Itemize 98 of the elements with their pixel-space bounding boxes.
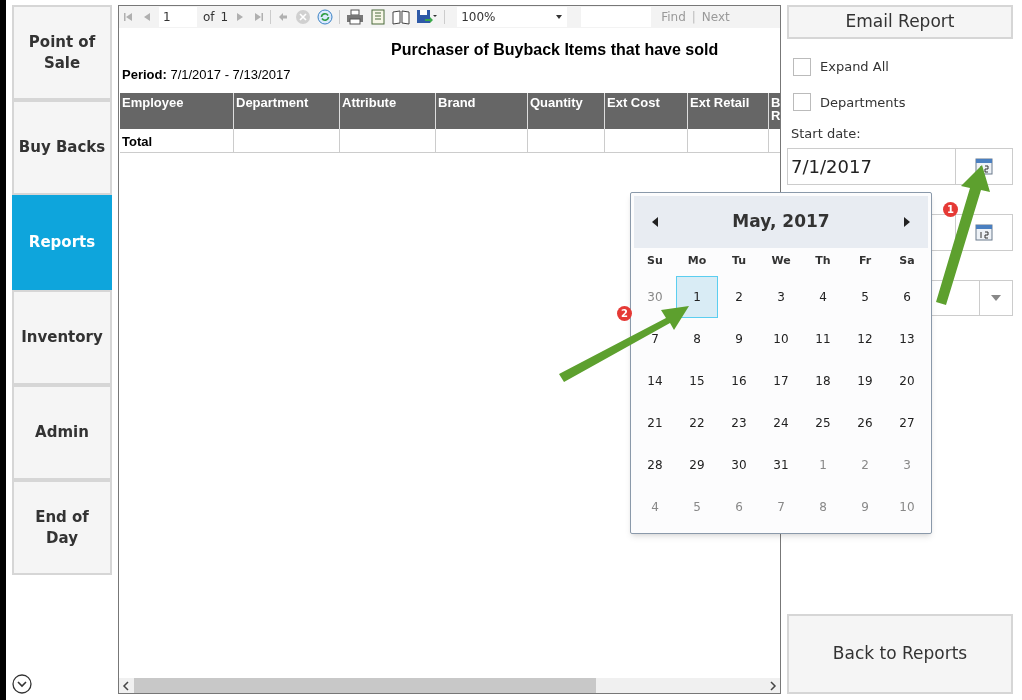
calendar-day[interactable]: 23	[718, 402, 760, 444]
calendar-day[interactable]: 15	[676, 360, 718, 402]
calendar-day[interactable]: 17	[760, 360, 802, 402]
caret-icon	[555, 14, 564, 20]
column-header: B R	[769, 93, 780, 129]
scroll-left-icon[interactable]	[122, 680, 130, 691]
nav-button[interactable]: Inventory	[12, 290, 112, 385]
nav-button[interactable]: Point of Sale	[12, 5, 112, 100]
calendar-day[interactable]: 1	[676, 276, 718, 318]
checkbox-label: Departments	[820, 93, 906, 112]
checkbox-label: Expand All	[820, 58, 889, 76]
save-icon[interactable]	[416, 9, 439, 25]
calendar-day[interactable]: 30	[634, 276, 676, 318]
calendar-day[interactable]: 9	[844, 486, 886, 528]
calendar-icon	[975, 223, 993, 241]
calendar-day[interactable]: 18	[802, 360, 844, 402]
weekday-label: Sa	[898, 252, 916, 269]
calendar-day[interactable]: 7	[634, 318, 676, 360]
book-icon[interactable]	[392, 9, 411, 25]
page-layout-icon[interactable]	[370, 9, 387, 25]
page-of-label: of	[203, 9, 215, 26]
column-header: Brand	[436, 93, 528, 129]
calendar-day[interactable]: 24	[760, 402, 802, 444]
weekday-label: Fr	[857, 252, 873, 269]
caret-icon	[990, 293, 1002, 302]
calendar-day[interactable]: 4	[634, 486, 676, 528]
calendar-day[interactable]: 6	[718, 486, 760, 528]
horizontal-scrollbar[interactable]	[119, 678, 780, 693]
page-field[interactable]: 1	[159, 7, 197, 27]
calendar-day[interactable]: 22	[676, 402, 718, 444]
checkbox[interactable]	[793, 93, 811, 112]
table-cell: Total	[120, 129, 234, 152]
refresh-icon[interactable]	[317, 9, 334, 25]
annotation-badge: 1	[943, 202, 958, 217]
nav-button[interactable]: End of Day	[12, 480, 112, 575]
calendar-day[interactable]: 27	[886, 402, 928, 444]
calendar-day[interactable]: 21	[634, 402, 676, 444]
weekday-label: Tu	[730, 252, 748, 269]
chevron-down-icon[interactable]	[12, 674, 32, 694]
calendar-day[interactable]: 29	[676, 444, 718, 486]
column-header: Quantity	[528, 93, 605, 129]
calendar-day[interactable]: 30	[718, 444, 760, 486]
start-date-field[interactable]: 7/1/2017	[787, 147, 956, 185]
report-title: Purchaser of Buyback Items that have sold	[391, 40, 719, 60]
find-field[interactable]	[581, 7, 652, 27]
calendar-day[interactable]: 9	[718, 318, 760, 360]
column-header: Employee	[120, 93, 234, 129]
print-icon[interactable]	[346, 9, 365, 25]
month-title[interactable]: May, 2017	[732, 209, 830, 235]
calendar-day[interactable]: 16	[718, 360, 760, 402]
page-total: 1	[220, 9, 229, 26]
separator-text: |	[691, 9, 696, 26]
calendar-day[interactable]: 8	[676, 318, 718, 360]
calendar-day[interactable]: 25	[802, 402, 844, 444]
calendar-day[interactable]: 28	[634, 444, 676, 486]
scroll-right-icon[interactable]	[769, 680, 777, 691]
first-page-icon[interactable]	[123, 11, 135, 23]
calendar-day[interactable]: 8	[802, 486, 844, 528]
calendar-day[interactable]: 31	[760, 444, 802, 486]
column-header: Department	[234, 93, 340, 129]
calendar-day[interactable]: 5	[676, 486, 718, 528]
previous-month-icon[interactable]	[650, 216, 660, 228]
report-period: Period: 7/1/2017 - 7/13/2017	[122, 66, 291, 84]
last-page-icon[interactable]	[252, 11, 265, 23]
calendar-day[interactable]: 3	[886, 444, 928, 486]
column-header: Ext Retail	[688, 93, 769, 129]
calendar-day[interactable]: 10	[886, 486, 928, 528]
email-report-button[interactable]: Email Report	[787, 5, 1013, 39]
nav-button[interactable]: Admin	[12, 385, 112, 480]
calendar-day[interactable]: 12	[844, 318, 886, 360]
calendar-day[interactable]: 4	[802, 276, 844, 318]
next-month-icon[interactable]	[902, 216, 912, 228]
weekday-label: We	[770, 252, 792, 269]
calendar-day[interactable]: 3	[760, 276, 802, 318]
calendar-day[interactable]: 19	[844, 360, 886, 402]
calendar-day[interactable]: 14	[634, 360, 676, 402]
weekday-label: Th	[814, 252, 832, 269]
back-arrow-icon[interactable]	[277, 11, 290, 23]
column-header: Ext Cost	[605, 93, 688, 129]
calendar-day[interactable]: 2	[844, 444, 886, 486]
start-date-label: Start date:	[791, 125, 862, 143]
calendar-day[interactable]: 2	[718, 276, 760, 318]
calendar-day[interactable]: 5	[844, 276, 886, 318]
back-to-reports-button[interactable]: Back to Reports	[787, 614, 1013, 694]
calendar-day[interactable]: 10	[760, 318, 802, 360]
weekday-label: Su	[646, 252, 664, 269]
column-header: Attribute	[340, 93, 436, 129]
calendar-day[interactable]: 13	[886, 318, 928, 360]
calendar-day[interactable]: 26	[844, 402, 886, 444]
calendar-day[interactable]: 6	[886, 276, 928, 318]
zoom-dropdown[interactable]: 100%	[457, 7, 568, 27]
calendar-day[interactable]: 11	[802, 318, 844, 360]
checkbox[interactable]	[793, 57, 811, 76]
nav-button[interactable]: Buy Backs	[12, 100, 112, 195]
calendar-day[interactable]: 1	[802, 444, 844, 486]
calendar-day[interactable]: 20	[886, 360, 928, 402]
weekday-label: Mo	[686, 252, 708, 269]
calendar-day[interactable]: 7	[760, 486, 802, 528]
